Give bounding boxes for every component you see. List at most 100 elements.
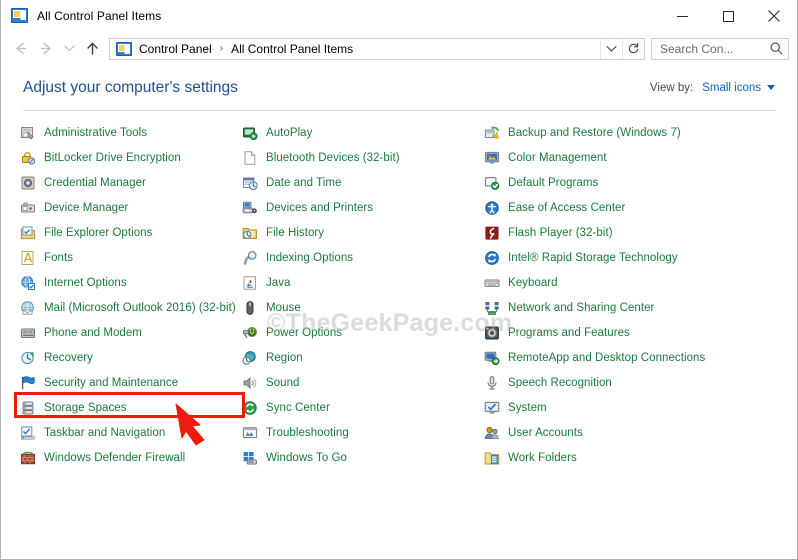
control-panel-item[interactable]: Work Folders bbox=[484, 445, 771, 470]
control-panel-item-label[interactable]: File History bbox=[266, 227, 324, 239]
maximize-button[interactable] bbox=[705, 0, 751, 32]
control-panel-item[interactable]: Mouse bbox=[242, 295, 481, 320]
control-panel-item-label[interactable]: File Explorer Options bbox=[44, 227, 152, 239]
control-panel-item[interactable]: Network and Sharing Center bbox=[484, 295, 771, 320]
control-panel-item[interactable]: Windows Defender Firewall bbox=[20, 445, 241, 470]
search-icon[interactable] bbox=[764, 39, 788, 59]
control-panel-item-label[interactable]: Color Management bbox=[508, 152, 607, 164]
search-input[interactable]: Search Con... bbox=[652, 42, 764, 56]
control-panel-item-label[interactable]: Fonts bbox=[44, 252, 73, 264]
control-panel-item[interactable]: Java bbox=[242, 270, 481, 295]
control-panel-item-label[interactable]: Bluetooth Devices (32-bit) bbox=[266, 152, 400, 164]
control-panel-item-label[interactable]: Speech Recognition bbox=[508, 377, 612, 389]
control-panel-item-label[interactable]: Storage Spaces bbox=[44, 402, 127, 414]
control-panel-item-label[interactable]: User Accounts bbox=[508, 427, 583, 439]
control-panel-item[interactable]: System bbox=[484, 395, 771, 420]
control-panel-item[interactable]: Credential Manager bbox=[20, 170, 241, 195]
control-panel-item-label[interactable]: Network and Sharing Center bbox=[508, 302, 654, 314]
control-panel-item[interactable]: Recovery bbox=[20, 345, 241, 370]
control-panel-item-label[interactable]: Ease of Access Center bbox=[508, 202, 625, 214]
control-panel-item[interactable]: User Accounts bbox=[484, 420, 771, 445]
control-panel-item-label[interactable]: Region bbox=[266, 352, 303, 364]
control-panel-item[interactable]: File Explorer Options bbox=[20, 220, 241, 245]
control-panel-item-label[interactable]: Date and Time bbox=[266, 177, 341, 189]
control-panel-item[interactable]: Administrative Tools bbox=[20, 120, 241, 145]
view-by-dropdown[interactable]: Small icons bbox=[702, 82, 775, 94]
control-panel-item[interactable]: Device Manager bbox=[20, 195, 241, 220]
control-panel-item[interactable]: Windows To Go bbox=[242, 445, 481, 470]
recent-locations-button[interactable] bbox=[59, 36, 79, 62]
control-panel-item[interactable]: Sound bbox=[242, 370, 481, 395]
control-panel-item[interactable]: Devices and Printers bbox=[242, 195, 481, 220]
control-panel-item-label[interactable]: Devices and Printers bbox=[266, 202, 373, 214]
control-panel-item-label[interactable]: Windows Defender Firewall bbox=[44, 452, 185, 464]
control-panel-item[interactable]: Intel® Rapid Storage Technology bbox=[484, 245, 771, 270]
control-panel-item[interactable]: Ease of Access Center bbox=[484, 195, 771, 220]
control-panel-item-label[interactable]: Internet Options bbox=[44, 277, 127, 289]
control-panel-item-label[interactable]: Programs and Features bbox=[508, 327, 630, 339]
control-panel-item[interactable]: Security and Maintenance bbox=[20, 370, 241, 395]
control-panel-item[interactable]: Indexing Options bbox=[242, 245, 481, 270]
control-panel-item-label[interactable]: Sound bbox=[266, 377, 300, 389]
breadcrumb-item-all-control-panel-items[interactable]: All Control Panel Items bbox=[229, 42, 355, 56]
control-panel-item-label[interactable]: Indexing Options bbox=[266, 252, 353, 264]
control-panel-item[interactable]: Internet Options bbox=[20, 270, 241, 295]
control-panel-item[interactable]: Bluetooth Devices (32-bit) bbox=[242, 145, 481, 170]
control-panel-item-label[interactable]: Default Programs bbox=[508, 177, 598, 189]
control-panel-item-label[interactable]: Credential Manager bbox=[44, 177, 146, 189]
control-panel-item-label[interactable]: Java bbox=[266, 277, 291, 289]
control-panel-item-label[interactable]: Flash Player (32-bit) bbox=[508, 227, 613, 239]
control-panel-item[interactable]: Fonts bbox=[20, 245, 241, 270]
refresh-button[interactable] bbox=[622, 38, 644, 59]
control-panel-item[interactable]: Power Options bbox=[242, 320, 481, 345]
control-panel-item[interactable]: Keyboard bbox=[484, 270, 771, 295]
control-panel-item-label[interactable]: Backup and Restore (Windows 7) bbox=[508, 127, 681, 139]
back-button[interactable] bbox=[7, 36, 33, 62]
control-panel-item[interactable]: Programs and Features bbox=[484, 320, 771, 345]
control-panel-item[interactable]: Region bbox=[242, 345, 481, 370]
control-panel-item[interactable]: Storage Spaces bbox=[20, 395, 241, 420]
control-panel-item-label[interactable]: Keyboard bbox=[508, 277, 558, 289]
address-dropdown-button[interactable] bbox=[600, 38, 622, 59]
control-panel-item[interactable]: BitLocker Drive Encryption bbox=[20, 145, 241, 170]
control-panel-item[interactable]: Troubleshooting bbox=[242, 420, 481, 445]
control-panel-item[interactable]: Mail (Microsoft Outlook 2016) (32-bit) bbox=[20, 295, 241, 320]
control-panel-item[interactable]: File History bbox=[242, 220, 481, 245]
control-panel-item-label[interactable]: BitLocker Drive Encryption bbox=[44, 152, 181, 164]
address-bar[interactable]: Control Panel › All Control Panel Items bbox=[109, 37, 645, 60]
control-panel-item[interactable]: Phone and Modem bbox=[20, 320, 241, 345]
control-panel-item-label[interactable]: Mail (Microsoft Outlook 2016) (32-bit) bbox=[44, 302, 236, 314]
close-button[interactable] bbox=[751, 0, 797, 32]
control-panel-item-label[interactable]: System bbox=[508, 402, 547, 414]
control-panel-item-label[interactable]: Security and Maintenance bbox=[44, 377, 178, 389]
control-panel-item-label[interactable]: Taskbar and Navigation bbox=[44, 427, 165, 439]
control-panel-item-label[interactable]: Troubleshooting bbox=[266, 427, 349, 439]
control-panel-item-label[interactable]: Intel® Rapid Storage Technology bbox=[508, 252, 678, 264]
control-panel-item-label[interactable]: RemoteApp and Desktop Connections bbox=[508, 352, 705, 364]
control-panel-item-label[interactable]: Mouse bbox=[266, 302, 301, 314]
breadcrumb-item-control-panel[interactable]: Control Panel bbox=[137, 42, 214, 56]
control-panel-item[interactable]: Date and Time bbox=[242, 170, 481, 195]
control-panel-item-label[interactable]: Recovery bbox=[44, 352, 93, 364]
control-panel-item[interactable]: RemoteApp and Desktop Connections bbox=[484, 345, 771, 370]
control-panel-item-label[interactable]: Sync Center bbox=[266, 402, 330, 414]
control-panel-item[interactable]: AutoPlay bbox=[242, 120, 481, 145]
control-panel-item-label[interactable]: Administrative Tools bbox=[44, 127, 147, 139]
control-panel-item-label[interactable]: Power Options bbox=[266, 327, 342, 339]
control-panel-item[interactable]: Taskbar and Navigation bbox=[20, 420, 241, 445]
control-panel-item-label[interactable]: AutoPlay bbox=[266, 127, 312, 139]
control-panel-item-label[interactable]: Windows To Go bbox=[266, 452, 347, 464]
control-panel-item-label[interactable]: Device Manager bbox=[44, 202, 128, 214]
control-panel-item-label[interactable]: Work Folders bbox=[508, 452, 577, 464]
minimize-button[interactable] bbox=[659, 0, 705, 32]
control-panel-item[interactable]: Flash Player (32-bit) bbox=[484, 220, 771, 245]
control-panel-item-label[interactable]: Phone and Modem bbox=[44, 327, 142, 339]
search-box[interactable]: Search Con... bbox=[651, 37, 789, 60]
control-panel-item[interactable]: Default Programs bbox=[484, 170, 771, 195]
control-panel-item[interactable]: Backup and Restore (Windows 7) bbox=[484, 120, 771, 145]
control-panel-item[interactable]: Color Management bbox=[484, 145, 771, 170]
up-button[interactable] bbox=[79, 36, 105, 62]
control-panel-item[interactable]: Sync Center bbox=[242, 395, 481, 420]
control-panel-item[interactable]: Speech Recognition bbox=[484, 370, 771, 395]
forward-button[interactable] bbox=[33, 36, 59, 62]
